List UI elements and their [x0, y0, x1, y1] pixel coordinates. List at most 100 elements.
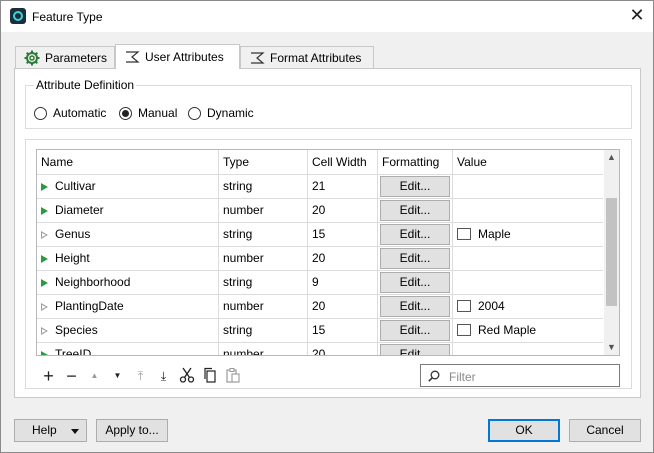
radio-circle [34, 106, 47, 120]
scroll-down-icon[interactable]: ▼ [604, 340, 619, 355]
filter-input[interactable]: Filter [420, 364, 620, 387]
edit-formatting-button[interactable]: Edit... [380, 224, 450, 245]
attributes-table: Name Type Cell Width Formatting Value Cu… [36, 149, 620, 356]
cell-width-cell[interactable]: 21 [308, 175, 378, 198]
column-header-name[interactable]: Name [37, 150, 219, 174]
expand-arrow-icon[interactable] [41, 279, 48, 287]
vertical-scrollbar[interactable]: ▲ ▼ [604, 150, 619, 355]
edit-formatting-button[interactable]: Edit... [380, 200, 450, 221]
attribute-type-cell[interactable]: string [219, 271, 308, 294]
chevron-down-icon[interactable] [71, 429, 79, 434]
formatting-cell: Edit... [378, 295, 453, 318]
table-row[interactable]: Diameter number 20 Edit... [37, 198, 603, 222]
paste-icon[interactable] [221, 365, 244, 387]
value-cell[interactable] [453, 247, 603, 270]
column-header-value[interactable]: Value [453, 150, 603, 174]
radio-manual-label: Manual [138, 106, 178, 120]
column-header-type[interactable]: Type [219, 150, 308, 174]
cut-icon[interactable] [175, 365, 198, 387]
value-cell[interactable] [453, 175, 603, 198]
expand-arrow-outline-icon[interactable] [41, 327, 48, 335]
value-checkbox[interactable] [457, 300, 471, 312]
edit-formatting-button[interactable]: Edit... [380, 296, 450, 317]
expand-arrow-icon[interactable] [41, 351, 48, 355]
attribute-type-cell[interactable]: string [219, 175, 308, 198]
edit-formatting-button[interactable]: Edit... [380, 344, 450, 355]
radio-dynamic[interactable]: Dynamic [188, 106, 254, 120]
tab-user-attributes[interactable]: User Attributes [115, 44, 240, 69]
move-down-icon[interactable]: ▼ [106, 365, 129, 387]
attribute-type-cell[interactable]: number [219, 199, 308, 222]
formatting-cell: Edit... [378, 271, 453, 294]
title-bar: Feature Type ✕ [1, 1, 653, 32]
close-icon[interactable]: ✕ [625, 5, 649, 27]
cell-width-cell[interactable]: 15 [308, 319, 378, 342]
cell-width-cell[interactable]: 20 [308, 199, 378, 222]
attribute-name-cell[interactable]: TreeID [37, 343, 219, 355]
edit-formatting-button[interactable]: Edit... [380, 272, 450, 293]
attribute-name-cell[interactable]: Diameter [37, 199, 219, 222]
expand-arrow-outline-icon[interactable] [41, 231, 48, 239]
cell-width-cell[interactable]: 9 [308, 271, 378, 294]
cell-width-cell[interactable]: 20 [308, 247, 378, 270]
cell-width-cell[interactable]: 20 [308, 295, 378, 318]
attribute-name-cell[interactable]: Neighborhood [37, 271, 219, 294]
edit-formatting-button[interactable]: Edit... [380, 248, 450, 269]
help-button[interactable]: Help [14, 419, 87, 442]
scroll-thumb[interactable] [606, 198, 617, 306]
ok-button[interactable]: OK [488, 419, 560, 442]
value-cell[interactable] [453, 343, 603, 355]
move-up-icon[interactable]: ▲ [83, 365, 106, 387]
edit-formatting-button[interactable]: Edit... [380, 320, 450, 341]
copy-icon[interactable] [198, 365, 221, 387]
table-row[interactable]: Species string 15 Edit... Red Maple [37, 318, 603, 342]
apply-to-button[interactable]: Apply to... [96, 419, 168, 442]
attribute-type-cell[interactable]: string [219, 319, 308, 342]
attribute-name-cell[interactable]: PlantingDate [37, 295, 219, 318]
attribute-name: Height [55, 251, 90, 265]
table-row[interactable]: Neighborhood string 9 Edit... [37, 270, 603, 294]
value-checkbox[interactable] [457, 324, 471, 336]
app-icon [10, 8, 26, 24]
attribute-name-cell[interactable]: Height [37, 247, 219, 270]
attribute-type-cell[interactable]: number [219, 343, 308, 355]
attribute-type-cell[interactable]: number [219, 247, 308, 270]
expand-arrow-icon[interactable] [41, 183, 48, 191]
attribute-name-cell[interactable]: Cultivar [37, 175, 219, 198]
table-row[interactable]: TreeID number 20 Edit... [37, 342, 603, 355]
scroll-up-icon[interactable]: ▲ [604, 150, 619, 165]
expand-arrow-outline-icon[interactable] [41, 303, 48, 311]
table-row[interactable]: Cultivar string 21 Edit... [37, 174, 603, 198]
value-cell[interactable]: 2004 [453, 295, 603, 318]
value-cell[interactable]: Maple [453, 223, 603, 246]
value-cell[interactable]: Red Maple [453, 319, 603, 342]
cancel-button[interactable]: Cancel [569, 419, 641, 442]
cell-width-cell[interactable]: 15 [308, 223, 378, 246]
cell-width-cell[interactable]: 20 [308, 343, 378, 355]
attribute-name-cell[interactable]: Genus [37, 223, 219, 246]
table-row[interactable]: Genus string 15 Edit... Maple [37, 222, 603, 246]
formatting-cell: Edit... [378, 319, 453, 342]
table-row[interactable]: PlantingDate number 20 Edit... 2004 [37, 294, 603, 318]
expand-arrow-icon[interactable] [41, 255, 48, 263]
edit-formatting-button[interactable]: Edit... [380, 176, 450, 197]
attribute-type-cell[interactable]: string [219, 223, 308, 246]
radio-manual[interactable]: Manual [119, 106, 177, 120]
remove-icon[interactable]: − [60, 365, 83, 387]
tab-parameters[interactable]: Parameters [15, 46, 115, 68]
column-header-cell-width[interactable]: Cell Width [308, 150, 378, 174]
attribute-type-cell[interactable]: number [219, 295, 308, 318]
attribute-name-cell[interactable]: Species [37, 319, 219, 342]
column-header-formatting[interactable]: Formatting [378, 150, 453, 174]
add-icon[interactable]: + [37, 365, 60, 387]
table-row[interactable]: Height number 20 Edit... [37, 246, 603, 270]
move-top-icon[interactable]: ⤒ [129, 365, 152, 387]
expand-arrow-icon[interactable] [41, 207, 48, 215]
tab-format-attributes[interactable]: Format Attributes [240, 46, 374, 68]
radio-automatic[interactable]: Automatic [34, 106, 106, 120]
value-cell[interactable] [453, 271, 603, 294]
value-checkbox[interactable] [457, 228, 471, 240]
radio-dynamic-label: Dynamic [207, 106, 254, 120]
move-bottom-icon[interactable]: ⤓ [152, 365, 175, 387]
value-cell[interactable] [453, 199, 603, 222]
